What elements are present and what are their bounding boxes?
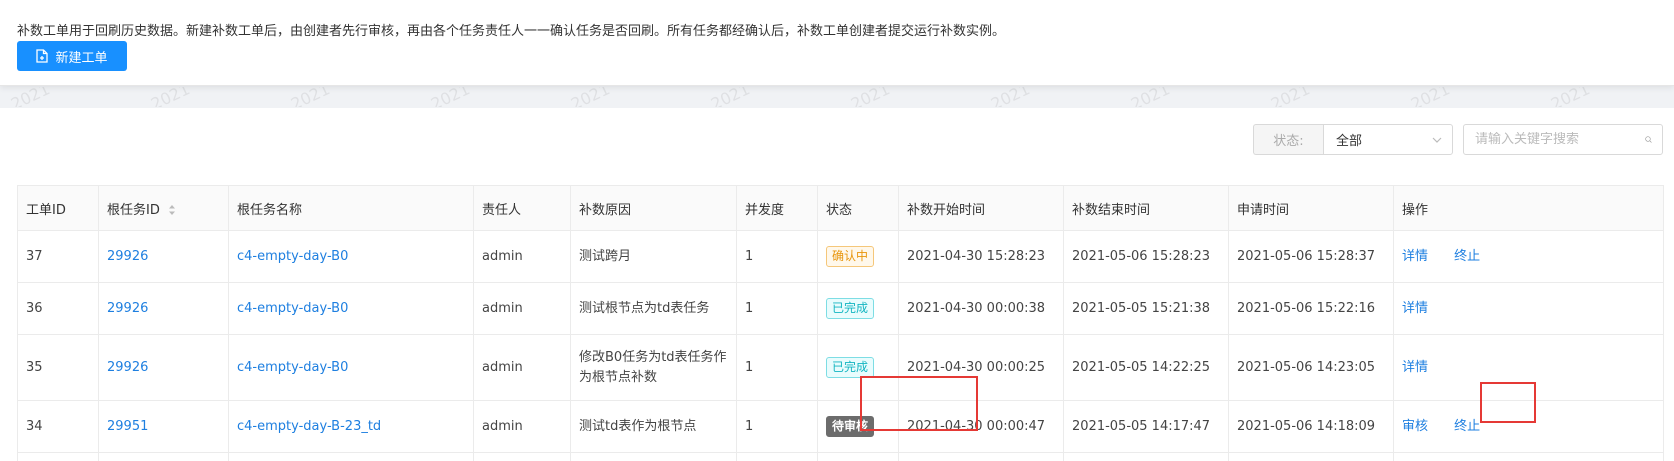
column-header: 并发度 xyxy=(736,185,818,231)
owner: admin xyxy=(473,400,571,453)
applied-time: 2021-05-06 15:22:16 xyxy=(1228,282,1394,335)
table-header-row: 工单ID 根任务ID 根任务名称 责任人 补数原因 并发度 状态 补数开始时间 … xyxy=(17,185,1664,231)
start-time: 2021-04-30 00:00:38 xyxy=(898,282,1064,335)
column-header-label: 根任务ID xyxy=(107,202,160,218)
column-header: 申请时间 xyxy=(1228,185,1394,231)
start-time: 2021-04-30 15:28:23 xyxy=(898,230,1064,283)
end-time: 2021-05-05 14:22:25 xyxy=(1063,334,1229,401)
table-row-partial xyxy=(17,452,1664,461)
watermark-text: 2021 xyxy=(567,87,613,107)
concurrency: 1 xyxy=(736,230,818,283)
watermark-text: 2021 xyxy=(1547,87,1593,107)
notice-text: 补数工单用于回刷历史数据。新建补数工单后，由创建者先行审核，再由各个任务责任人一… xyxy=(17,24,1006,39)
end-time: 2021-05-05 15:21:38 xyxy=(1063,282,1229,335)
root-task-id-link[interactable]: 29951 xyxy=(107,419,148,434)
root-task-name-link[interactable]: c4-empty-day-B0 xyxy=(237,360,348,375)
watermark-text: 2021 xyxy=(847,87,893,107)
reason: 测试跨月 xyxy=(570,230,737,283)
new-ticket-button[interactable]: 新建工单 xyxy=(17,41,127,71)
page: 补数工单用于回刷历史数据。新建补数工单后，由创建者先行审核，再由各个任务责任人一… xyxy=(0,0,1674,461)
start-time: 2021-04-30 00:00:25 xyxy=(898,334,1064,401)
search-icon[interactable] xyxy=(1645,133,1652,146)
end-time: 2021-05-05 14:17:47 xyxy=(1063,400,1229,453)
watermark-text: 2021 xyxy=(1407,87,1453,107)
new-ticket-button-label: 新建工单 xyxy=(55,50,108,66)
root-task-id-link[interactable]: 29926 xyxy=(107,249,148,264)
file-add-icon xyxy=(36,49,49,63)
chevron-down-icon xyxy=(1432,137,1442,143)
column-header: 补数开始时间 xyxy=(898,185,1064,231)
ticket-id: 37 xyxy=(17,230,99,283)
watermark-text: 2021 xyxy=(1267,87,1313,107)
search-box[interactable] xyxy=(1463,124,1663,155)
reason: 测试根节点为td表任务 xyxy=(570,282,737,335)
root-task-name-link[interactable]: c4-empty-day-B-23_td xyxy=(237,419,381,434)
notice-card: 补数工单用于回刷历史数据。新建补数工单后，由创建者先行审核，再由各个任务责任人一… xyxy=(0,0,1674,86)
owner: admin xyxy=(473,230,571,283)
ticket-id: 36 xyxy=(17,282,99,335)
column-header-sortable[interactable]: 根任务ID xyxy=(98,185,229,231)
column-header: 责任人 xyxy=(473,185,571,231)
column-header: 状态 xyxy=(817,185,899,231)
detail-link[interactable]: 详情 xyxy=(1402,358,1428,378)
watermark-text: 2021 xyxy=(1127,87,1173,107)
detail-link[interactable]: 详情 xyxy=(1402,247,1428,267)
status-badge: 已完成 xyxy=(826,298,875,319)
status-badge: 待审核 xyxy=(826,416,875,437)
watermark-text: 2021 xyxy=(707,87,753,107)
ticket-id: 35 xyxy=(17,334,99,401)
terminate-link[interactable]: 终止 xyxy=(1454,247,1480,267)
concurrency: 1 xyxy=(736,282,818,335)
watermark-text: 2021 xyxy=(427,87,473,107)
table-row: 37 29926 c4-empty-day-B0 admin 测试跨月 1 确认… xyxy=(17,230,1664,283)
table-row: 35 29926 c4-empty-day-B0 admin 修改B0任务为td… xyxy=(17,334,1664,401)
search-input[interactable] xyxy=(1475,132,1645,147)
watermark-text: 2021 xyxy=(287,87,333,107)
column-header: 补数原因 xyxy=(570,185,737,231)
applied-time: 2021-05-06 15:28:37 xyxy=(1228,230,1394,283)
ticket-id: 34 xyxy=(17,400,99,453)
status-filter-value: 全部 xyxy=(1336,134,1363,149)
terminate-link[interactable]: 终止 xyxy=(1454,417,1480,437)
watermark-text: 2021 xyxy=(7,87,53,107)
applied-time: 2021-05-06 14:18:09 xyxy=(1228,400,1394,453)
owner: admin xyxy=(473,334,571,401)
review-link[interactable]: 审核 xyxy=(1402,417,1428,437)
sort-icon[interactable] xyxy=(168,203,176,217)
root-task-name-link[interactable]: c4-empty-day-B0 xyxy=(237,301,348,316)
column-header: 工单ID xyxy=(17,185,99,231)
ticket-table: 工单ID 根任务ID 根任务名称 责任人 补数原因 并发度 状态 补数开始时间 … xyxy=(17,185,1664,461)
watermark-text: 2021 xyxy=(987,87,1033,107)
concurrency: 1 xyxy=(736,400,818,453)
status-filter-label: 状态: xyxy=(1253,124,1323,155)
main-card: 状态: 全部 请输入关键字搜索 工单ID 根任务ID 根任务名称 责任人 补数原… xyxy=(0,108,1674,461)
column-header: 操作 xyxy=(1393,185,1664,231)
column-header: 补数结束时间 xyxy=(1063,185,1229,231)
status-filter-select[interactable]: 全部 xyxy=(1323,124,1453,155)
start-time: 2021-04-30 00:00:47 xyxy=(898,400,1064,453)
table-row: 36 29926 c4-empty-day-B0 admin 测试根节点为td表… xyxy=(17,282,1664,335)
column-header: 根任务名称 xyxy=(228,185,474,231)
reason: 测试td表作为根节点 xyxy=(570,400,737,453)
owner: admin xyxy=(473,282,571,335)
watermark-text: 2021 xyxy=(147,87,193,107)
root-task-name-link[interactable]: c4-empty-day-B0 xyxy=(237,249,348,264)
applied-time: 2021-05-06 14:23:05 xyxy=(1228,334,1394,401)
root-task-id-link[interactable]: 29926 xyxy=(107,360,148,375)
status-badge: 确认中 xyxy=(826,246,875,267)
end-time: 2021-05-06 15:28:23 xyxy=(1063,230,1229,283)
status-badge: 已完成 xyxy=(826,357,875,378)
table-row: 34 29951 c4-empty-day-B-23_td admin 测试td… xyxy=(17,400,1664,453)
reason: 修改B0任务为td表任务作为根节点补数 xyxy=(570,334,737,401)
watermark-band: 2021 2021 2021 2021 2021 2021 2021 2021 … xyxy=(0,87,1674,107)
detail-link[interactable]: 详情 xyxy=(1402,299,1428,319)
concurrency: 1 xyxy=(736,334,818,401)
root-task-id-link[interactable]: 29926 xyxy=(107,301,148,316)
